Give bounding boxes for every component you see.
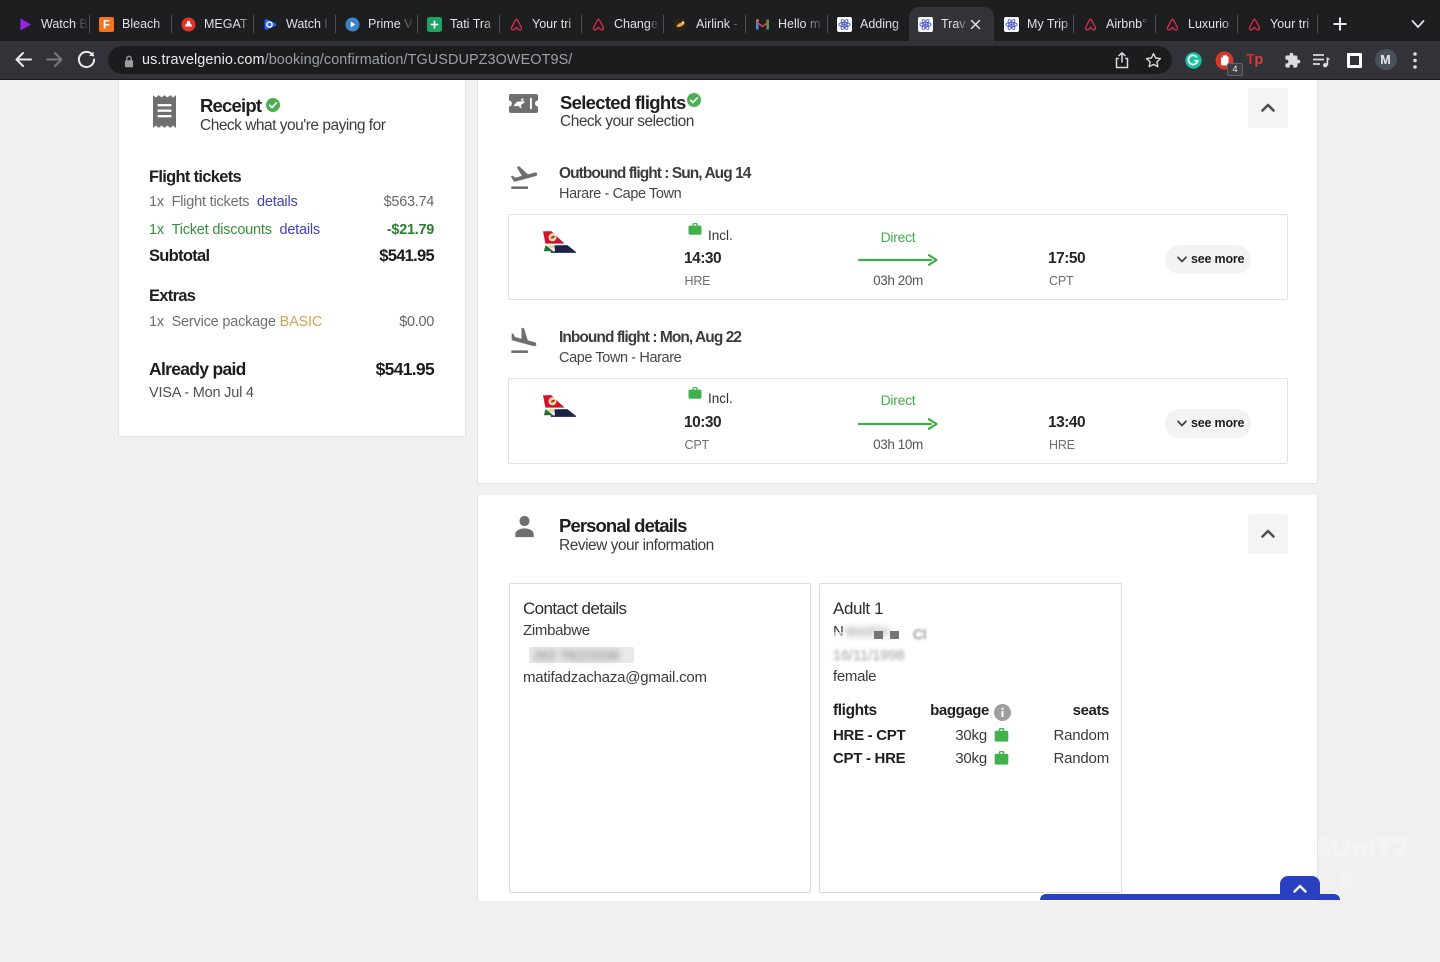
svg-text:F: F [103, 20, 110, 32]
